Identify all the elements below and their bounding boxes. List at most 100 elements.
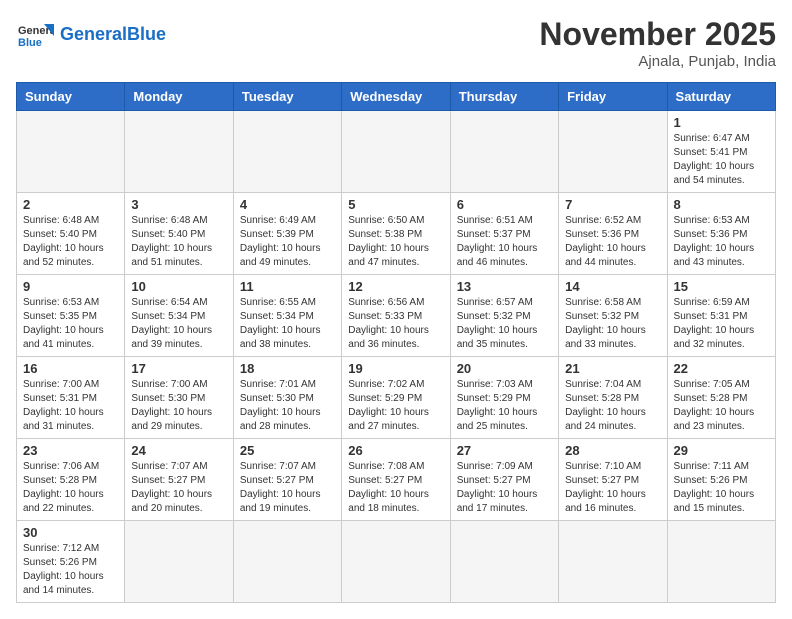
day-number: 19 <box>348 361 443 376</box>
day-number: 15 <box>674 279 769 294</box>
calendar-cell: 15 Sunrise: 6:59 AMSunset: 5:31 PMDayligh… <box>667 275 775 357</box>
day-number: 14 <box>565 279 660 294</box>
day-number: 12 <box>348 279 443 294</box>
calendar-cell: 25 Sunrise: 7:07 AMSunset: 5:27 PMDayligh… <box>233 439 341 521</box>
calendar-cell: 17Sunrise: 7:00 AMSunset: 5:30 PMDayligh… <box>125 357 233 439</box>
calendar-cell: 24Sunrise: 7:07 AMSunset: 5:27 PMDayligh… <box>125 439 233 521</box>
svg-text:Blue: Blue <box>18 37 42 49</box>
day-info: Sunrise: 7:10 AMSunset: 5:27 PMDaylight:… <box>565 460 660 516</box>
calendar-cell: 12Sunrise: 6:56 AMSunset: 5:33 PMDayligh… <box>342 275 450 357</box>
calendar-cell <box>559 111 667 193</box>
day-info: Sunrise: 6:47 AMSunset: 5:41 PMDaylight:… <box>674 132 769 188</box>
day-number: 30 <box>23 525 118 540</box>
day-info: Sunrise: 6:48 AMSunset: 5:40 PMDaylight:… <box>131 214 226 270</box>
calendar-cell <box>125 521 233 603</box>
calendar-cell: 10 Sunrise: 6:54 AMSunset: 5:34 PMDayligh… <box>125 275 233 357</box>
calendar-week-row: 9 Sunrise: 6:53 AMSunset: 5:35 PMDaylight… <box>17 275 776 357</box>
day-info: Sunrise: 6:53 AMSunset: 5:35 PMDaylight:… <box>23 296 118 352</box>
calendar-cell: 3 Sunrise: 6:48 AMSunset: 5:40 PMDaylight… <box>125 193 233 275</box>
day-number: 20 <box>457 361 552 376</box>
title-section: November 2025 Ajnala, Punjab, India <box>539 16 776 70</box>
calendar-cell: 11Sunrise: 6:55 AMSunset: 5:34 PMDayligh… <box>233 275 341 357</box>
day-number: 10 <box>131 279 226 294</box>
day-number: 28 <box>565 443 660 458</box>
calendar-week-row: 30Sunrise: 7:12 AMSunset: 5:26 PMDayligh… <box>17 521 776 603</box>
day-info: Sunrise: 6:49 AMSunset: 5:39 PMDaylight:… <box>240 214 335 270</box>
day-number: 22 <box>674 361 769 376</box>
day-header-friday: Friday <box>559 83 667 111</box>
day-info: Sunrise: 7:08 AMSunset: 5:27 PMDaylight:… <box>348 460 443 516</box>
day-info: Sunrise: 6:57 AMSunset: 5:32 PMDaylight:… <box>457 296 552 352</box>
calendar-cell: 19 Sunrise: 7:02 AMSunset: 5:29 PMDayligh… <box>342 357 450 439</box>
logo-text: GeneralBlue <box>60 25 166 45</box>
calendar-cell: 7 Sunrise: 6:52 AMSunset: 5:36 PMDaylight… <box>559 193 667 275</box>
calendar-cell: 18 Sunrise: 7:01 AMSunset: 5:30 PMDayligh… <box>233 357 341 439</box>
day-number: 27 <box>457 443 552 458</box>
day-info: Sunrise: 6:53 AMSunset: 5:36 PMDaylight:… <box>674 214 769 270</box>
location-subtitle: Ajnala, Punjab, India <box>539 53 776 70</box>
calendar-cell <box>342 111 450 193</box>
calendar-cell: 6Sunrise: 6:51 AMSunset: 5:37 PMDaylight… <box>450 193 558 275</box>
logo-icon: General Blue <box>16 16 54 54</box>
month-title: November 2025 <box>539 16 776 53</box>
day-number: 9 <box>23 279 118 294</box>
calendar-table: SundayMondayTuesdayWednesdayThursdayFrid… <box>16 82 776 603</box>
day-info: Sunrise: 6:59 AMSunset: 5:31 PMDaylight:… <box>674 296 769 352</box>
day-info: Sunrise: 7:07 AMSunset: 5:27 PMDaylight:… <box>131 460 226 516</box>
day-info: Sunrise: 7:11 AMSunset: 5:26 PMDaylight:… <box>674 460 769 516</box>
calendar-cell: 4 Sunrise: 6:49 AMSunset: 5:39 PMDaylight… <box>233 193 341 275</box>
calendar-cell <box>125 111 233 193</box>
day-info: Sunrise: 6:58 AMSunset: 5:32 PMDaylight:… <box>565 296 660 352</box>
day-info: Sunrise: 7:01 AMSunset: 5:30 PMDaylight:… <box>240 378 335 434</box>
calendar-cell: 28 Sunrise: 7:10 AMSunset: 5:27 PMDayligh… <box>559 439 667 521</box>
day-header-saturday: Saturday <box>667 83 775 111</box>
calendar-cell: 27 Sunrise: 7:09 AMSunset: 5:27 PMDayligh… <box>450 439 558 521</box>
calendar-cell <box>233 111 341 193</box>
day-info: Sunrise: 6:54 AMSunset: 5:34 PMDaylight:… <box>131 296 226 352</box>
day-number: 5 <box>348 197 443 212</box>
calendar-week-row: 2Sunrise: 6:48 AMSunset: 5:40 PMDaylight… <box>17 193 776 275</box>
day-header-tuesday: Tuesday <box>233 83 341 111</box>
day-number: 3 <box>131 197 226 212</box>
day-info: Sunrise: 6:52 AMSunset: 5:36 PMDaylight:… <box>565 214 660 270</box>
day-header-thursday: Thursday <box>450 83 558 111</box>
day-number: 29 <box>674 443 769 458</box>
calendar-week-row: 23Sunrise: 7:06 AMSunset: 5:28 PMDayligh… <box>17 439 776 521</box>
day-info: Sunrise: 7:06 AMSunset: 5:28 PMDaylight:… <box>23 460 118 516</box>
day-header-sunday: Sunday <box>17 83 125 111</box>
day-number: 8 <box>674 197 769 212</box>
calendar-week-row: 1 Sunrise: 6:47 AMSunset: 5:41 PMDaylight… <box>17 111 776 193</box>
day-info: Sunrise: 7:00 AMSunset: 5:30 PMDaylight:… <box>131 378 226 434</box>
calendar-cell: 26Sunrise: 7:08 AMSunset: 5:27 PMDayligh… <box>342 439 450 521</box>
day-number: 7 <box>565 197 660 212</box>
day-info: Sunrise: 7:09 AMSunset: 5:27 PMDaylight:… <box>457 460 552 516</box>
day-header-wednesday: Wednesday <box>342 83 450 111</box>
day-info: Sunrise: 7:03 AMSunset: 5:29 PMDaylight:… <box>457 378 552 434</box>
day-info: Sunrise: 7:02 AMSunset: 5:29 PMDaylight:… <box>348 378 443 434</box>
page-header: General Blue GeneralBlue November 2025 A… <box>16 16 776 70</box>
day-info: Sunrise: 6:55 AMSunset: 5:34 PMDaylight:… <box>240 296 335 352</box>
day-number: 25 <box>240 443 335 458</box>
calendar-cell: 21Sunrise: 7:04 AMSunset: 5:28 PMDayligh… <box>559 357 667 439</box>
calendar-cell: 22 Sunrise: 7:05 AMSunset: 5:28 PMDayligh… <box>667 357 775 439</box>
calendar-header-row: SundayMondayTuesdayWednesdayThursdayFrid… <box>17 83 776 111</box>
calendar-cell: 20 Sunrise: 7:03 AMSunset: 5:29 PMDayligh… <box>450 357 558 439</box>
calendar-cell: 9 Sunrise: 6:53 AMSunset: 5:35 PMDaylight… <box>17 275 125 357</box>
calendar-cell: 14 Sunrise: 6:58 AMSunset: 5:32 PMDayligh… <box>559 275 667 357</box>
day-info: Sunrise: 7:00 AMSunset: 5:31 PMDaylight:… <box>23 378 118 434</box>
calendar-cell <box>559 521 667 603</box>
calendar-cell: 8 Sunrise: 6:53 AMSunset: 5:36 PMDaylight… <box>667 193 775 275</box>
calendar-cell <box>233 521 341 603</box>
day-info: Sunrise: 7:07 AMSunset: 5:27 PMDaylight:… <box>240 460 335 516</box>
calendar-cell: 30Sunrise: 7:12 AMSunset: 5:26 PMDayligh… <box>17 521 125 603</box>
day-number: 4 <box>240 197 335 212</box>
day-info: Sunrise: 7:05 AMSunset: 5:28 PMDaylight:… <box>674 378 769 434</box>
day-number: 1 <box>674 115 769 130</box>
calendar-week-row: 16Sunrise: 7:00 AMSunset: 5:31 PMDayligh… <box>17 357 776 439</box>
day-number: 13 <box>457 279 552 294</box>
day-number: 6 <box>457 197 552 212</box>
calendar-cell: 2Sunrise: 6:48 AMSunset: 5:40 PMDaylight… <box>17 193 125 275</box>
calendar-cell: 1 Sunrise: 6:47 AMSunset: 5:41 PMDaylight… <box>667 111 775 193</box>
day-number: 21 <box>565 361 660 376</box>
day-number: 18 <box>240 361 335 376</box>
